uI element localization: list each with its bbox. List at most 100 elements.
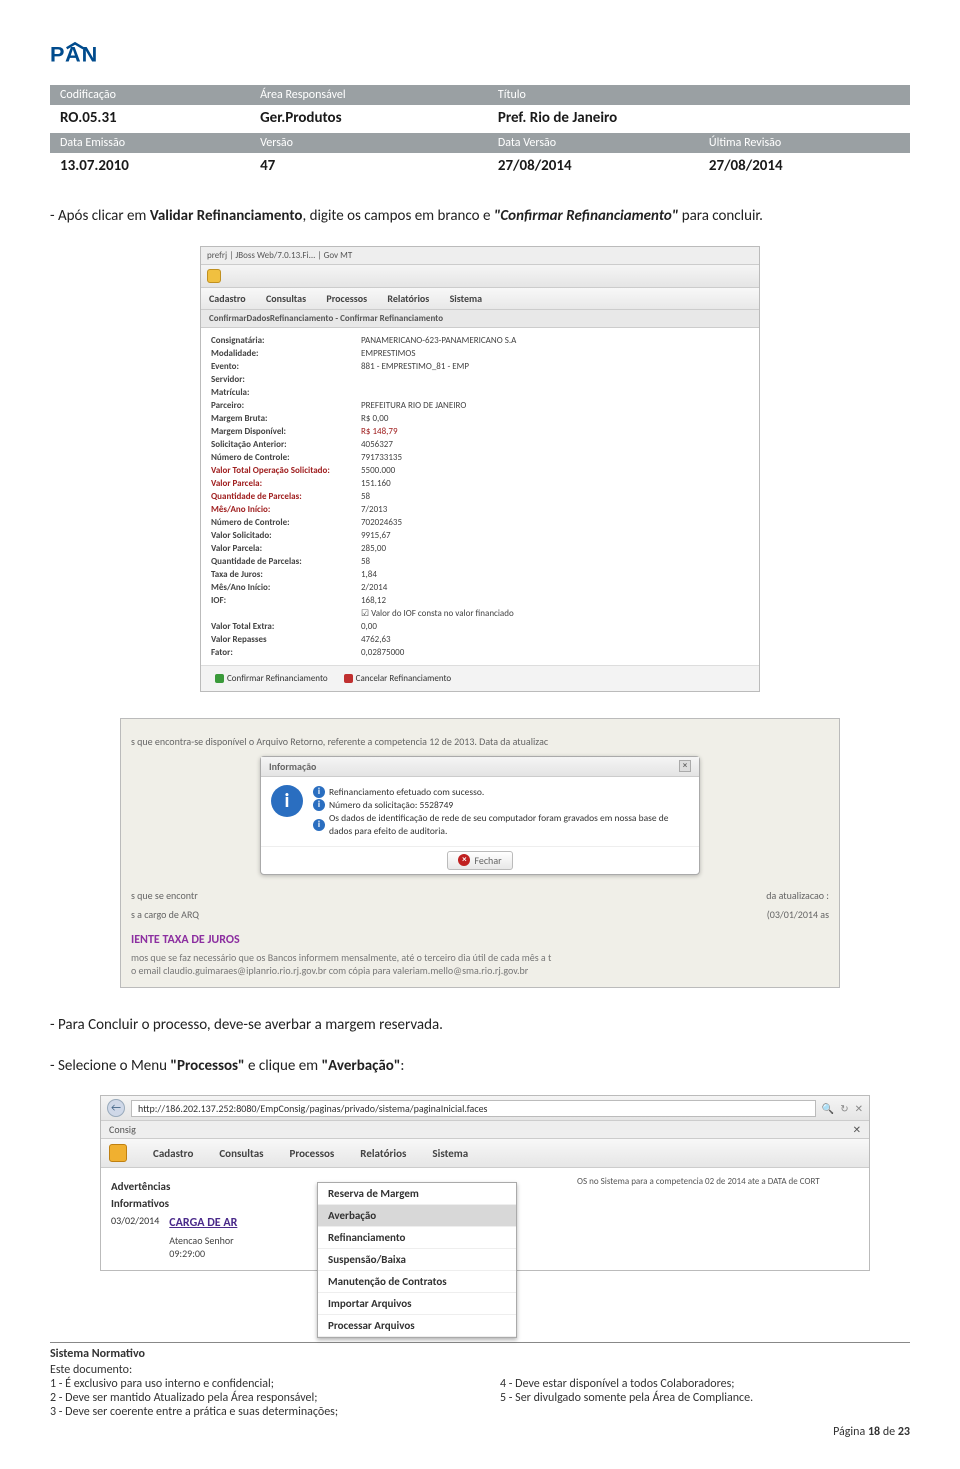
back-icon[interactable]: ← — [107, 1099, 125, 1117]
para1-pre: - Após clicar em — [50, 207, 150, 225]
ss2-bg-line3: s a cargo de ARQ — [131, 908, 199, 921]
form-row: Modalidade:EMPRESTIMOS — [211, 347, 749, 360]
ss1-menu-cadastro[interactable]: Cadastro — [209, 292, 246, 305]
dropdown-item[interactable]: Averbação — [318, 1205, 516, 1227]
form-label: Número de Controle: — [211, 452, 361, 463]
hdr-val-revisao: 27/08/2014 — [699, 153, 910, 181]
form-value: 0,00 — [361, 621, 377, 632]
info-icon: i — [271, 785, 303, 817]
ss3-date: 03/02/2014 — [111, 1214, 159, 1227]
ss2-subline: mos que se faz necessário que os Bancos … — [131, 951, 829, 977]
cancel-refin-button[interactable]: Cancelar Refinanciamento — [340, 672, 456, 685]
ss3-menu-sistema[interactable]: Sistema — [432, 1147, 468, 1160]
ss3-menu-relatorios[interactable]: Relatórios — [360, 1147, 406, 1160]
home-icon[interactable] — [207, 269, 221, 283]
form-label: Taxa de Juros: — [211, 569, 361, 580]
form-value: 4056327 — [361, 439, 393, 450]
form-value: R$ 148,79 — [361, 426, 398, 437]
form-row: Valor Solicitado:9915,67 — [211, 529, 749, 542]
form-value: R$ 0,00 — [361, 413, 388, 424]
ss3-menu-consultas[interactable]: Consultas — [219, 1147, 263, 1160]
hdr-val-emissao: 13.07.2010 — [50, 153, 250, 181]
form-label: Quantidade de Parcelas: — [211, 556, 361, 567]
ss1-menu-processos[interactable]: Processos — [326, 292, 367, 305]
form-row: Servidor: — [211, 373, 749, 386]
form-value: 58 — [361, 556, 370, 567]
refresh-icon[interactable]: ↻ — [840, 1102, 848, 1115]
dialog-message: iRefinanciamento efetuado com sucesso. i… — [313, 785, 689, 838]
ss3-menu-cadastro[interactable]: Cadastro — [153, 1147, 193, 1160]
info-dialog: Informação × i iRefinanciamento efetuado… — [260, 756, 700, 875]
form-value: 7/2013 — [361, 504, 387, 515]
form-row: Mês/Ano Início:2/2014 — [211, 581, 749, 594]
dropdown-item[interactable]: Processar Arquivos — [318, 1315, 516, 1337]
dialog-line2: Número da solicitação: 5528749 — [329, 799, 453, 811]
para3-pre: - Selecione o Menu — [50, 1057, 170, 1075]
ss1-menu-relatorios[interactable]: Relatórios — [387, 292, 429, 305]
form-label: Valor Solicitado: — [211, 530, 361, 541]
paragraph-1: - Após clicar em Validar Refinanciamento… — [50, 205, 910, 228]
hdr-val-area: Ger.Produtos — [250, 105, 488, 133]
form-label: Margem Disponível: — [211, 426, 361, 437]
form-row: Quantidade de Parcelas:58 — [211, 555, 749, 568]
ss3-menubar: Cadastro Consultas Processos Relatórios … — [101, 1139, 869, 1168]
fechar-button[interactable]: × Fechar — [447, 851, 512, 870]
form-label: Valor Parcela: — [211, 478, 361, 489]
footer-left-2: 2 - Deve ser mantido Atualizado pela Áre… — [50, 1391, 460, 1405]
ss3-menu-processos[interactable]: Processos — [290, 1147, 335, 1160]
form-label — [211, 608, 361, 619]
tab-close-icon[interactable]: ✕ — [853, 1123, 861, 1136]
ss3-addressbar: ← http://186.202.137.252:8080/EmpConsig/… — [101, 1096, 869, 1121]
ss2-bg-right: da atualizacao : — [766, 889, 829, 902]
processos-dropdown: Reserva de MargemAverbaçãoRefinanciament… — [317, 1182, 517, 1338]
svg-text:N: N — [82, 42, 98, 67]
form-row: Valor Parcela:151.160 — [211, 477, 749, 490]
dropdown-item[interactable]: Importar Arquivos — [318, 1293, 516, 1315]
ss1-form: Consignatária:PANAMERICANO-623-PANAMERIC… — [201, 328, 759, 665]
form-value: 791733135 — [361, 452, 402, 463]
form-label: Matrícula: — [211, 387, 361, 398]
stop-icon[interactable]: ✕ — [855, 1102, 863, 1115]
ss1-menu-sistema[interactable]: Sistema — [450, 292, 483, 305]
dropdown-item[interactable]: Suspensão/Baixa — [318, 1249, 516, 1271]
ss1-menu-consultas[interactable]: Consultas — [266, 292, 306, 305]
dropdown-item[interactable]: Manutenção de Contratos — [318, 1271, 516, 1293]
ss2-bg-date: (03/01/2014 as — [766, 908, 829, 921]
hdr-label-versao: Versão — [250, 133, 488, 153]
screenshot-info-dialog: s que encontra-se disponível o Arquivo R… — [120, 718, 840, 989]
footer-right-2: 5 - Ser divulgado somente pela Área de C… — [500, 1391, 910, 1405]
dialog-titlebar: Informação × — [261, 757, 699, 777]
cancel-icon — [344, 674, 353, 683]
ss3-link[interactable]: CARGA DE AR — [169, 1216, 237, 1230]
form-row: Valor Total Extra:0,00 — [211, 620, 749, 633]
confirm-refin-button[interactable]: Confirmar Refinanciamento — [211, 672, 332, 685]
form-row: Número de Controle:791733135 — [211, 451, 749, 464]
dialog-title-text: Informação — [269, 760, 316, 773]
form-label: IOF: — [211, 595, 361, 606]
footer-left-1: 1 - É exclusivo para uso interno e confi… — [50, 1377, 460, 1391]
form-value: 1,84 — [361, 569, 377, 580]
screenshot-processos-menu: ← http://186.202.137.252:8080/EmpConsig/… — [100, 1095, 870, 1271]
form-label: Solicitação Anterior: — [211, 439, 361, 450]
logo: P A N — [50, 40, 910, 77]
search-icon[interactable]: 🔍 — [822, 1102, 834, 1115]
dialog-close-button[interactable]: × — [679, 760, 691, 772]
dropdown-item[interactable]: Refinanciamento — [318, 1227, 516, 1249]
ss3-tab[interactable]: Consig — [109, 1123, 136, 1136]
home-icon[interactable] — [109, 1144, 127, 1162]
form-row: Quantidade de Parcelas:58 — [211, 490, 749, 503]
form-value: 9915,67 — [361, 530, 391, 541]
check-icon — [215, 674, 224, 683]
hdr-label-cod: Codificação — [50, 85, 250, 105]
dropdown-item[interactable]: Reserva de Margem — [318, 1183, 516, 1205]
footer: Sistema Normativo Este documento: 1 - É … — [50, 1342, 910, 1439]
svg-text:P: P — [50, 42, 65, 67]
form-label: Margem Bruta: — [211, 413, 361, 424]
ss1-actions: Confirmar Refinanciamento Cancelar Refin… — [201, 665, 759, 691]
doc-header-table: Codificação Área Responsável Título RO.0… — [50, 85, 910, 181]
url-field[interactable]: http://186.202.137.252:8080/EmpConsig/pa… — [131, 1100, 816, 1117]
form-value: 5500.000 — [361, 465, 395, 476]
paragraph-2: - Para Concluir o processo, deve-se aver… — [50, 1014, 910, 1037]
dialog-line3: Os dados de identificação de rede de seu… — [329, 812, 689, 837]
form-row: ☑ Valor do IOF consta no valor financiad… — [211, 607, 749, 620]
